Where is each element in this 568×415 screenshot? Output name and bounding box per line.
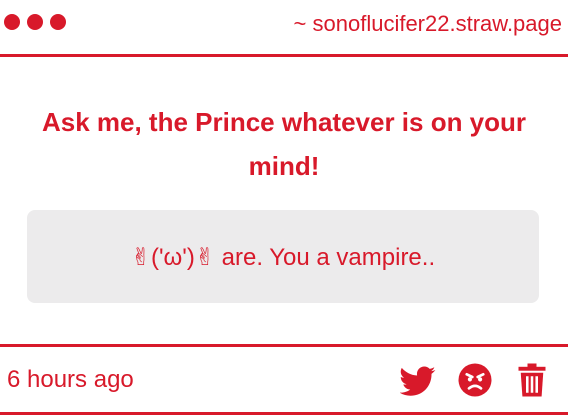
angry-face-icon[interactable]	[457, 362, 493, 398]
header-divider	[0, 54, 568, 57]
window-dot-3[interactable]	[50, 14, 66, 30]
site-url[interactable]: ~ sonoflucifer22.straw.page	[294, 10, 562, 38]
window-dot-2[interactable]	[27, 14, 43, 30]
window-titlebar: ~ sonoflucifer22.straw.page	[0, 0, 568, 54]
timestamp: 6 hours ago	[7, 366, 134, 393]
twitter-icon[interactable]	[400, 362, 436, 398]
window-dot-1[interactable]	[4, 14, 20, 30]
footer-divider	[0, 344, 568, 347]
footer-actions	[400, 362, 550, 398]
question-text: Ask me, the Prince whatever is on your m…	[41, 107, 527, 181]
trash-icon[interactable]	[514, 362, 550, 398]
answer-box: ✌('ω')✌ are. You a vampire..	[27, 210, 539, 303]
window-controls	[4, 14, 66, 30]
answer-text: ✌('ω')✌ are. You a vampire..	[130, 244, 436, 271]
